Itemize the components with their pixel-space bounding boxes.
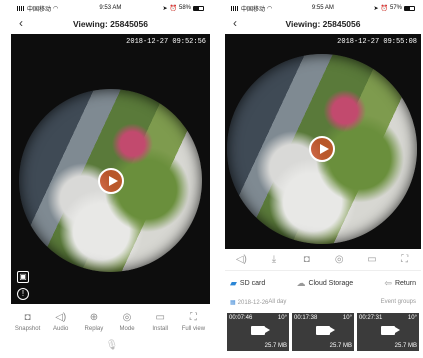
play-icon[interactable] (309, 136, 335, 162)
page-title: Viewing: 25845056 (73, 19, 148, 29)
page-title: Viewing: 25845056 (285, 19, 361, 29)
control-camera[interactable]: ◘ Snapshot (11, 312, 44, 332)
status-bar: 中国移动 ◠ 9:53 AM ➤ ⏰ 58% (11, 2, 210, 14)
clip-list: 00:07:46 10° 25.7 MB 00:17:38 10° 25.7 MB 00:2… (225, 309, 421, 351)
control-speaker[interactable]: ◁) Audio (44, 312, 77, 332)
all-day-filter[interactable]: All day (268, 299, 286, 305)
clip-size: 25.7 MB (264, 343, 287, 349)
chevron-left-icon[interactable]: ‹ (19, 16, 23, 30)
date-picker[interactable]: ▦ 2018-12-26 (230, 299, 268, 306)
playback-screen: 中国移动 ◠ 9:55 AM ➤ ⏰ 57% ‹ Viewing: 258450… (225, 2, 421, 356)
battery-icon (404, 5, 415, 11)
video-camera-icon (316, 326, 335, 335)
alarm-icon: ⏰ (169, 5, 177, 12)
control-label: Replay (84, 326, 104, 332)
clip-size: 25.7 MB (329, 343, 352, 349)
control-install[interactable]: ▭ Install (144, 312, 177, 332)
image-icon[interactable]: ▣ (17, 271, 29, 283)
date-filter-row: ▦ 2018-12-26 All day Event groups (225, 295, 421, 309)
return-icon: ⇦ (384, 277, 392, 288)
clip-item[interactable]: 00:17:38 10° 25.7 MB (292, 313, 354, 351)
replay-icon: ⊕ (89, 312, 99, 323)
tab-cloud-storage[interactable]: ☁ Cloud Storage (296, 278, 353, 289)
clip-item[interactable]: 00:27:31 10° 25.7 MB (357, 313, 419, 351)
video-view[interactable]: 2018-12-27 09:52:56 ▣ ! (11, 34, 210, 304)
download-icon[interactable]: ⤓ (267, 254, 281, 266)
battery-icon (193, 5, 204, 11)
tab-sd-card-label: SD card (239, 279, 266, 287)
location-icon: ➤ (373, 5, 379, 12)
clip-time: 00:27:31 (359, 315, 383, 321)
clip-angle: 10° (407, 315, 417, 321)
nav-bar: ‹ Viewing: 25845056 (11, 14, 210, 34)
clip-angle: 10° (342, 315, 352, 321)
carrier-name: 中国移动 (27, 6, 52, 13)
full-view-icon[interactable]: ⛶ (398, 254, 412, 266)
location-icon: ➤ (162, 5, 168, 12)
clip-size: 25.7 MB (394, 343, 417, 349)
install-icon: ▭ (155, 312, 165, 323)
microphone-icon[interactable]: 🎙 (106, 340, 119, 352)
video-view[interactable]: 2018-12-27 09:55:08 (225, 34, 421, 249)
mode-icon[interactable]: ◎ (332, 254, 346, 266)
fisheye-image (227, 54, 417, 244)
status-bar: 中国移动 ◠ 9:55 AM ➤ ⏰ 57% (225, 2, 421, 14)
clip-item[interactable]: 00:07:46 10° 25.7 MB (227, 313, 289, 351)
clip-time: 00:07:46 (229, 315, 253, 321)
storage-tabs: ▰ SD card ☁ Cloud Storage ⇦ Return (225, 271, 421, 295)
chevron-left-icon[interactable]: ‹ (233, 16, 237, 30)
signal-icon (17, 5, 25, 11)
alert-icon[interactable]: ! (17, 288, 29, 300)
camera-icon: ◘ (24, 312, 31, 323)
camera-icon[interactable]: ◘ (300, 254, 314, 266)
sd-card-icon: ▰ (230, 277, 237, 288)
control-label: Mode (119, 326, 135, 332)
control-label: Install (152, 326, 169, 332)
mode-icon: ◎ (122, 312, 132, 323)
control-mode[interactable]: ◎ Mode (111, 312, 144, 332)
control-label: Snapshot (14, 326, 41, 332)
wifi-icon: ◠ (267, 5, 273, 12)
calendar-icon: ▦ (230, 299, 236, 306)
clock: 9:55 AM (311, 5, 334, 11)
wifi-icon: ◠ (53, 5, 59, 12)
cloud-icon: ☁ (296, 277, 306, 288)
video-timestamp: 2018-12-27 09:55:08 (337, 38, 417, 46)
live-view-screen: 中国移动 ◠ 9:53 AM ➤ ⏰ 58% ‹ Viewing: 258450… (11, 2, 210, 356)
clip-angle: 10° (277, 315, 287, 321)
control-replay[interactable]: ⊕ Replay (77, 312, 110, 332)
full-view-icon: ⛶ (189, 312, 197, 323)
battery-percent: 57% (389, 5, 402, 11)
speaker-icon[interactable]: ◁) (234, 254, 248, 266)
date-value: 2018-12-26 (237, 299, 269, 306)
carrier-name: 中国移动 (241, 6, 266, 13)
control-full-view[interactable]: ⛶ Full view (177, 312, 210, 332)
speaker-icon: ◁) (55, 312, 67, 323)
clock: 9:53 AM (99, 5, 122, 11)
return-button[interactable]: ⇦ Return (384, 278, 416, 289)
video-camera-icon (381, 326, 400, 335)
control-bar: ◘ Snapshot ◁) Audio ⊕ Replay ◎ Mode ▭ Install ⛶ Ful… (11, 304, 210, 332)
fisheye-image (19, 89, 202, 272)
video-camera-icon (251, 326, 270, 335)
control-label: Full view (181, 326, 206, 332)
play-icon[interactable] (97, 167, 124, 194)
tab-cloud-storage-label: Cloud Storage (308, 279, 354, 287)
video-timestamp: 2018-12-27 09:52:56 (126, 38, 206, 46)
clip-time: 00:17:38 (294, 315, 318, 321)
battery-percent: 58% (178, 5, 191, 11)
nav-bar: ‹ Viewing: 25845056 (225, 14, 421, 34)
tab-sd-card[interactable]: ▰ SD card (230, 278, 265, 289)
install-icon[interactable]: ▭ (365, 254, 379, 266)
control-icon-row: ◁) ⤓ ◘ ◎ ▭ ⛶ (225, 249, 421, 271)
alarm-icon: ⏰ (380, 5, 388, 12)
control-label: Audio (53, 326, 69, 332)
return-label: Return (394, 279, 416, 287)
signal-icon (231, 5, 239, 11)
event-groups-link[interactable]: Event groups (381, 299, 416, 305)
